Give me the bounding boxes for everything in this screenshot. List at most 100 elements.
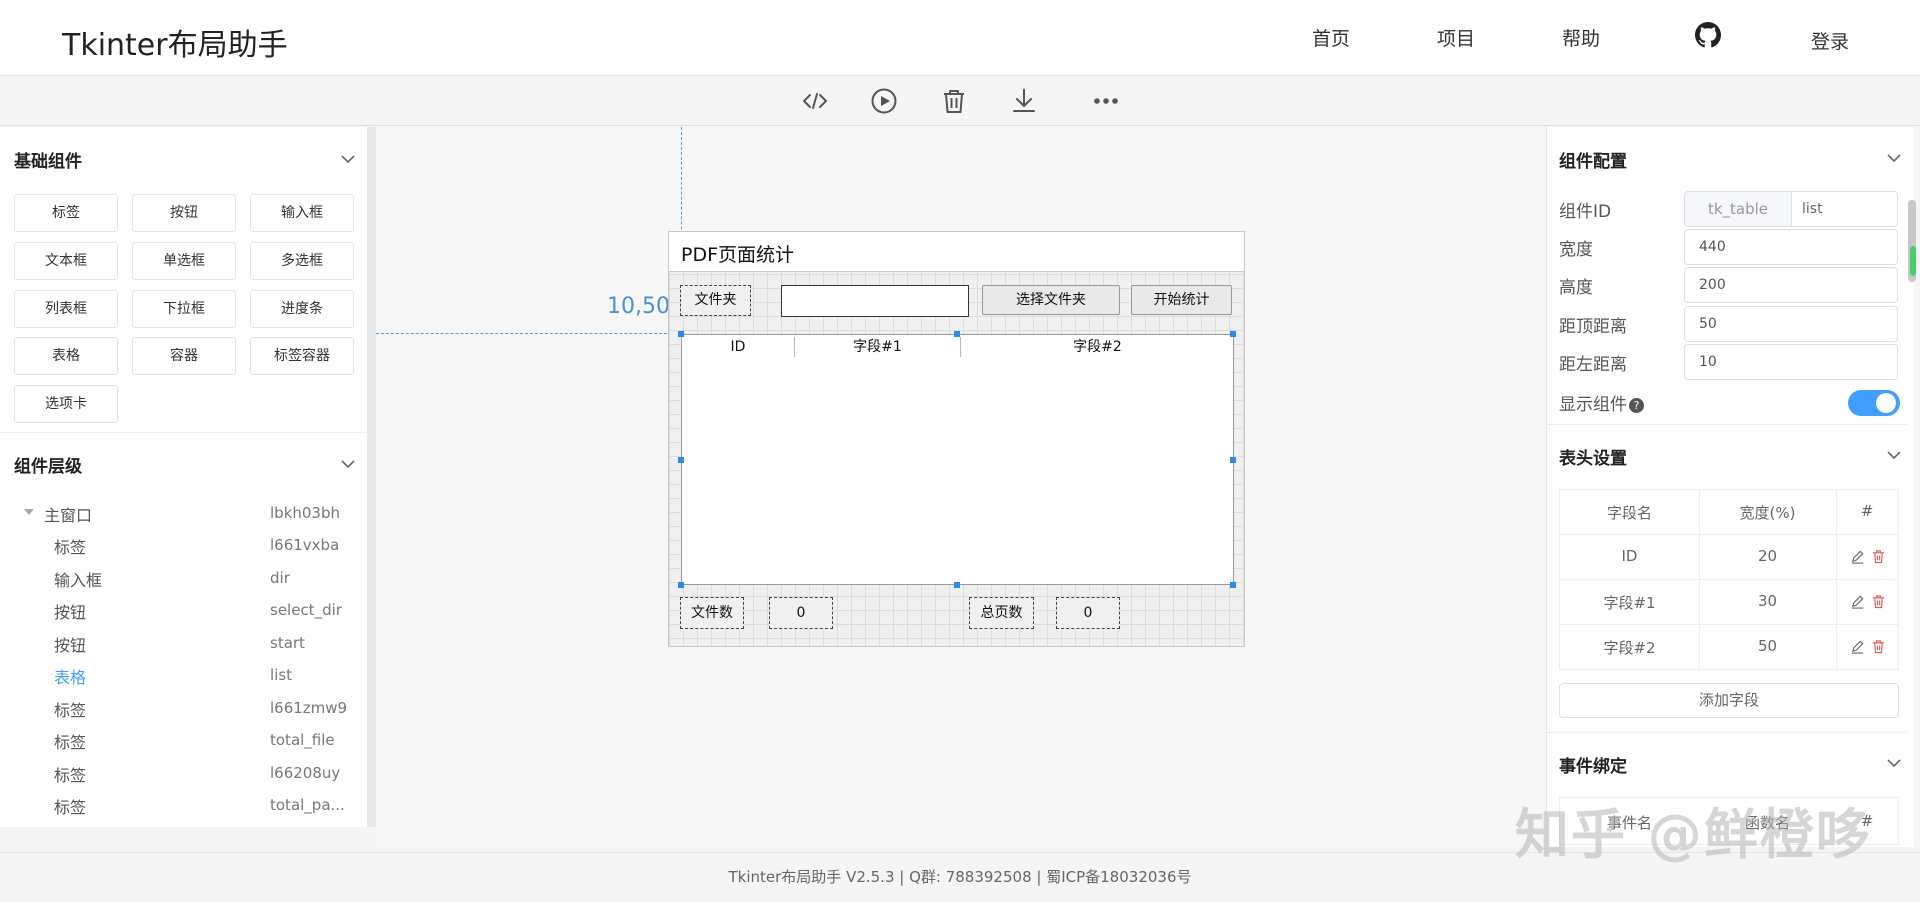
widget-table[interactable]: 表格 <box>14 337 118 375</box>
tree-item-label: 按钮 <box>54 636 87 655</box>
tree-item[interactable]: 标签 l66208uy <box>0 758 368 788</box>
toggle-knob <box>1876 393 1896 413</box>
folder-entry[interactable] <box>781 285 969 317</box>
scroll-indicator <box>1910 246 1916 276</box>
tree-item-id: l66208uy <box>270 764 341 782</box>
position-readout: 10,50 <box>607 294 670 319</box>
code-icon[interactable] <box>800 86 830 116</box>
folder-label[interactable]: 文件夹 <box>680 285 751 316</box>
tree-item[interactable]: 输入框 dir <box>0 563 368 593</box>
resize-handle[interactable] <box>1230 582 1236 588</box>
table-widget[interactable]: ID 字段#1 字段#2 <box>681 334 1234 585</box>
page-count-value[interactable]: 0 <box>1056 597 1120 629</box>
left-distance-input[interactable]: 10 <box>1684 344 1898 380</box>
field-name: 字段#1 <box>1603 594 1656 612</box>
add-field-button[interactable]: 添加字段 <box>1559 683 1899 718</box>
resize-handle[interactable] <box>954 331 960 337</box>
row-divider <box>1560 534 1898 535</box>
login-link[interactable]: 登录 <box>1811 27 1849 54</box>
toolbar <box>0 76 1920 126</box>
nav-help[interactable]: 帮助 <box>1562 24 1600 51</box>
tree-item-label: 标签 <box>54 733 87 752</box>
widget-entry[interactable]: 输入框 <box>250 194 354 232</box>
widget-combobox[interactable]: 下拉框 <box>132 290 236 328</box>
select-folder-button[interactable]: 选择文件夹 <box>982 285 1120 315</box>
tree-item[interactable]: 标签 l661zmw9 <box>0 693 368 723</box>
tree-item-label: 标签 <box>54 701 87 720</box>
chevron-down-icon[interactable] <box>1886 447 1902 463</box>
widget-radio[interactable]: 单选框 <box>132 242 236 280</box>
tree-item-id: l661zmw9 <box>270 699 348 717</box>
widget-listbox[interactable]: 列表框 <box>14 290 118 328</box>
more-icon[interactable] <box>1091 86 1121 116</box>
delete-icon[interactable] <box>1871 639 1886 654</box>
column-header: 字段#1 <box>853 339 902 355</box>
preview-window[interactable]: PDF页面统计 文件夹 选择文件夹 开始统计 ID 字段#1 字段#2 文件数 … <box>668 231 1245 647</box>
caret-down-icon[interactable] <box>24 509 34 515</box>
edit-icon[interactable] <box>1850 639 1865 654</box>
tree-item-id: l661vxba <box>270 536 340 554</box>
tree-item[interactable]: 标签 l661vxba <box>0 530 368 560</box>
github-icon[interactable] <box>1695 22 1721 48</box>
divider <box>0 432 368 433</box>
column-header: 字段#2 <box>1073 339 1122 355</box>
show-component-toggle[interactable] <box>1848 390 1900 416</box>
chevron-down-icon[interactable] <box>1886 755 1902 771</box>
widget-labelframe[interactable]: 标签容器 <box>250 337 354 375</box>
tree-item-id: select_dir <box>270 601 342 619</box>
help-icon[interactable]: ? <box>1629 398 1644 413</box>
height-label: 高度 <box>1559 278 1593 298</box>
width-input[interactable]: 440 <box>1684 229 1898 265</box>
resize-handle[interactable] <box>1230 457 1236 463</box>
delete-icon[interactable] <box>1871 549 1886 564</box>
widget-text[interactable]: 文本框 <box>14 242 118 280</box>
page-count-label[interactable]: 总页数 <box>969 597 1034 629</box>
widget-progressbar[interactable]: 进度条 <box>250 290 354 328</box>
divider <box>1547 424 1907 425</box>
component-id-input[interactable]: list <box>1791 191 1898 227</box>
file-count-label[interactable]: 文件数 <box>680 597 744 629</box>
file-count-value[interactable]: 0 <box>769 597 833 629</box>
field-width: 20 <box>1757 547 1778 565</box>
tree-item-label: 输入框 <box>54 571 103 590</box>
resize-handle[interactable] <box>1230 331 1236 337</box>
tree-item[interactable]: 按钮 start <box>0 628 368 658</box>
play-icon[interactable] <box>869 86 899 116</box>
field-name: 字段#2 <box>1603 639 1656 657</box>
field-header-name: 字段名 <box>1606 504 1652 522</box>
delete-icon[interactable] <box>1871 594 1886 609</box>
tree-item-selected[interactable]: 表格 list <box>0 660 368 690</box>
resize-handle[interactable] <box>678 331 684 337</box>
tree-item-main-window[interactable]: 主窗口 lbkh03bh <box>0 498 368 528</box>
tree-item[interactable]: 按钮 select_dir <box>0 595 368 625</box>
trash-icon[interactable] <box>939 86 969 116</box>
edit-icon[interactable] <box>1850 594 1865 609</box>
height-input[interactable]: 200 <box>1684 267 1898 303</box>
field-header-actions: # <box>1860 502 1874 520</box>
brand-title[interactable]: Tkinter布局助手 <box>62 20 288 64</box>
widget-label[interactable]: 标签 <box>14 194 118 232</box>
resize-handle[interactable] <box>954 582 960 588</box>
widget-checkbox[interactable]: 多选框 <box>250 242 354 280</box>
chevron-down-icon[interactable] <box>1886 150 1902 166</box>
component-id-label: 组件ID <box>1559 202 1612 222</box>
resize-handle[interactable] <box>678 457 684 463</box>
tree-item[interactable]: 标签 total_pa... <box>0 790 368 820</box>
top-distance-input[interactable]: 50 <box>1684 306 1898 342</box>
chevron-down-icon[interactable] <box>340 456 356 472</box>
widget-notebook[interactable]: 选项卡 <box>14 385 118 423</box>
tree-item-id: list <box>270 666 293 684</box>
left-scrollbar[interactable] <box>368 127 376 827</box>
resize-handle[interactable] <box>678 582 684 588</box>
nav-home[interactable]: 首页 <box>1312 24 1350 51</box>
widget-button[interactable]: 按钮 <box>132 194 236 232</box>
start-button[interactable]: 开始统计 <box>1131 285 1232 315</box>
nav-projects[interactable]: 项目 <box>1437 24 1475 51</box>
download-icon[interactable] <box>1009 86 1039 116</box>
edit-icon[interactable] <box>1850 549 1865 564</box>
tree-item[interactable]: 标签 total_file <box>0 725 368 755</box>
field-width: 30 <box>1757 592 1778 610</box>
watermark-text: 知乎 @鲜橙哆 <box>1515 803 1872 866</box>
widget-frame[interactable]: 容器 <box>132 337 236 375</box>
chevron-down-icon[interactable] <box>340 151 356 167</box>
